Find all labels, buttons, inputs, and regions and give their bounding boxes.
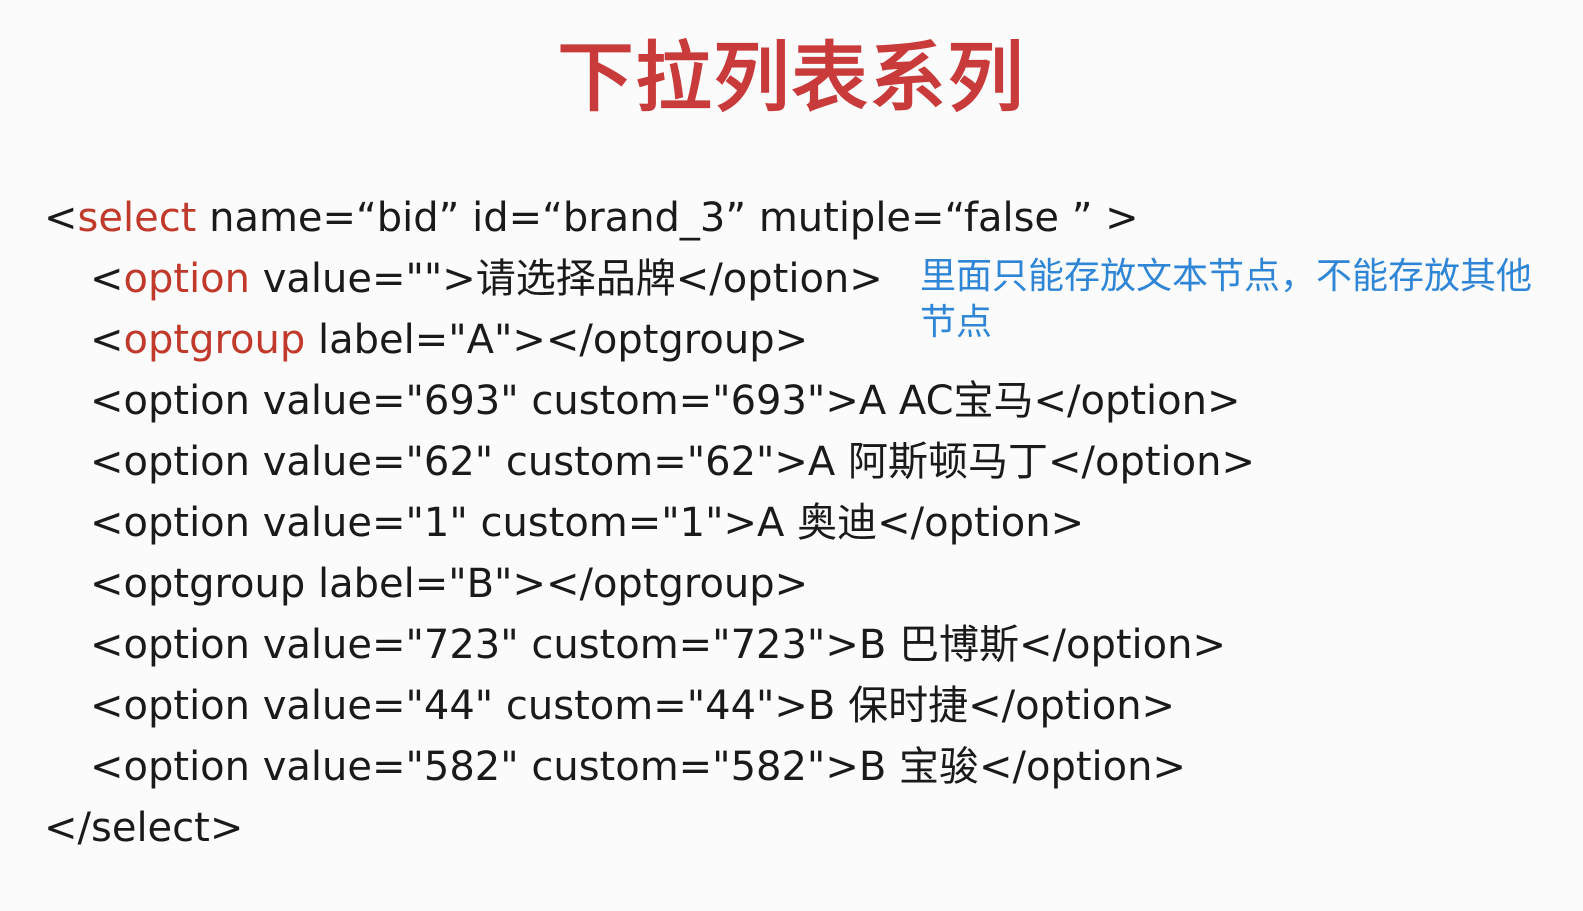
bracket: < <box>90 317 124 363</box>
code-line-select-close: </select> <box>44 805 244 851</box>
code-line-option-723: <option value="723" custom="723">B 巴博斯</… <box>90 622 1226 668</box>
select-attributes: name=“bid” id=“brand_3” mutiple=“false ”… <box>196 195 1139 241</box>
code-line-option-62: <option value="62" custom="62">A 阿斯顿马丁</… <box>90 439 1255 485</box>
keyword-option: option <box>123 256 250 302</box>
bracket: < <box>90 256 124 302</box>
option-attributes: value="">请选择品牌</option> <box>250 256 883 302</box>
code-line-optgroup-b: <optgroup label="B"></optgroup> <box>90 561 809 607</box>
code-line-option-1: <option value="1" custom="1">A 奥迪</optio… <box>90 500 1085 546</box>
optgroup-attributes: label="A"></optgroup> <box>305 317 809 363</box>
annotation-note: 里面只能存放文本节点，不能存放其他节点 <box>920 256 1533 343</box>
keyword-select: select <box>77 195 197 241</box>
keyword-optgroup: optgroup <box>123 317 306 363</box>
slide-title: 下拉列表系列 <box>557 33 1026 122</box>
code-line-select-open: <select name=“bid” id=“brand_3” mutiple=… <box>44 188 1255 249</box>
code-line-option-693: <option value="693" custom="693">A AC宝马<… <box>90 378 1241 424</box>
code-line-option-44: <option value="44" custom="44">B 保时捷</op… <box>90 683 1176 729</box>
bracket: < <box>44 195 78 241</box>
code-line-option-582: <option value="582" custom="582">B 宝骏</o… <box>90 744 1186 790</box>
